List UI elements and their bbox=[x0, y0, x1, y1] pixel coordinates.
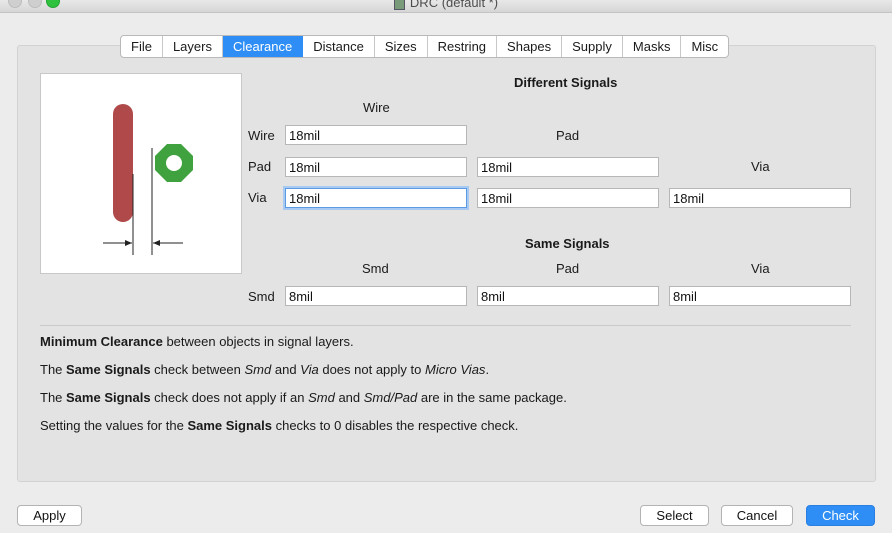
col-header-pad: Pad bbox=[556, 128, 580, 143]
tab-clearance[interactable]: Clearance bbox=[222, 36, 304, 57]
description-line-3: The Same Signals check does not apply if… bbox=[40, 390, 567, 405]
pad-pad-clearance-input[interactable] bbox=[477, 157, 659, 177]
via-hole bbox=[166, 155, 182, 171]
cancel-button[interactable]: Cancel bbox=[721, 505, 793, 526]
tab-sizes[interactable]: Sizes bbox=[375, 36, 428, 57]
clearance-diagram bbox=[103, 104, 193, 255]
same-col-header-pad: Pad bbox=[556, 261, 580, 276]
tab-supply[interactable]: Supply bbox=[562, 36, 623, 57]
apply-button[interactable]: Apply bbox=[17, 505, 82, 526]
row-label-via: Via bbox=[248, 190, 267, 205]
tab-file[interactable]: File bbox=[121, 36, 163, 57]
tab-misc[interactable]: Misc bbox=[681, 36, 728, 57]
clearance-preview-image bbox=[40, 73, 242, 274]
tab-restring[interactable]: Restring bbox=[428, 36, 498, 57]
smd-via-clearance-input[interactable] bbox=[669, 286, 851, 306]
pad-wire-clearance-input[interactable] bbox=[285, 157, 467, 177]
col-header-smd: Smd bbox=[362, 261, 389, 276]
separator bbox=[40, 325, 851, 326]
document-icon bbox=[393, 0, 405, 11]
description-line-4: Setting the values for the Same Signals … bbox=[40, 418, 519, 433]
same-col-header-via: Via bbox=[751, 261, 770, 276]
tab-bar: File Layers Clearance Distance Sizes Res… bbox=[120, 35, 730, 58]
via-wire-clearance-input[interactable] bbox=[285, 188, 467, 208]
col-header-wire: Wire bbox=[363, 100, 390, 115]
select-button[interactable]: Select bbox=[640, 505, 709, 526]
row-label-smd: Smd bbox=[248, 289, 275, 304]
tab-shapes[interactable]: Shapes bbox=[497, 36, 563, 57]
left-arrow-head bbox=[125, 240, 132, 246]
window-title: DRC (default *) bbox=[0, 0, 892, 11]
via-pad-clearance-input[interactable] bbox=[477, 188, 659, 208]
tab-distance[interactable]: Distance bbox=[303, 36, 375, 57]
via-via-clearance-input[interactable] bbox=[669, 188, 851, 208]
title-bar: DRC (default *) bbox=[0, 0, 892, 13]
tab-layers[interactable]: Layers bbox=[163, 36, 223, 57]
row-label-wire: Wire bbox=[248, 128, 275, 143]
tab-masks[interactable]: Masks bbox=[623, 36, 682, 57]
right-arrow-head bbox=[153, 240, 160, 246]
smd-smd-clearance-input[interactable] bbox=[285, 286, 467, 306]
col-header-via: Via bbox=[751, 159, 770, 174]
smd-pad-clearance-input[interactable] bbox=[477, 286, 659, 306]
description-line-1: Minimum Clearance between objects in sig… bbox=[40, 334, 354, 349]
wire-wire-clearance-input[interactable] bbox=[285, 125, 467, 145]
same-signals-heading: Same Signals bbox=[525, 236, 610, 251]
wire-shape bbox=[113, 104, 133, 222]
description-line-2: The Same Signals check between Smd and V… bbox=[40, 362, 490, 377]
different-signals-heading: Different Signals bbox=[514, 75, 618, 90]
row-label-pad: Pad bbox=[248, 159, 272, 174]
check-button[interactable]: Check bbox=[806, 505, 875, 526]
